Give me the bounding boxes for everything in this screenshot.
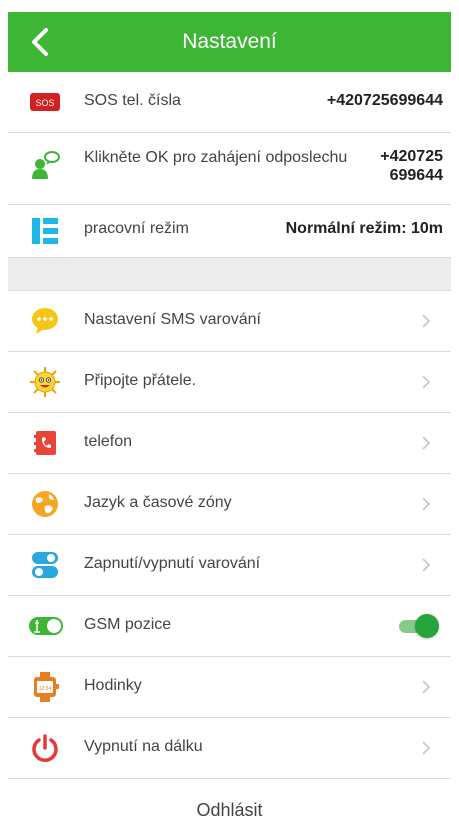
listen-row[interactable]: Klikněte OK pro zahájení odposlechu +420… xyxy=(8,133,451,205)
globe-icon xyxy=(30,489,60,519)
power-icon xyxy=(30,733,60,763)
gsm-position-toggle[interactable] xyxy=(399,614,439,638)
work-mode-value: Normální režim: 10m xyxy=(285,220,443,237)
gsm-toggle-icon xyxy=(28,611,64,641)
page-title: Nastavení xyxy=(182,30,277,53)
svg-text:SOS: SOS xyxy=(35,98,54,108)
work-mode-row[interactable]: pracovní režim Normální režim: 10m xyxy=(8,205,451,258)
chevron-right-icon xyxy=(421,496,431,512)
chevron-right-icon xyxy=(421,374,431,390)
listen-label: Klikněte OK pro zahájení odposlechu xyxy=(84,149,348,166)
chevron-right-icon xyxy=(421,557,431,573)
language-timezone-label: Jazyk a časové zóny xyxy=(84,494,232,511)
warning-toggle-label: Zapnutí/vypnutí varování xyxy=(84,555,261,572)
sos-numbers-label: SOS tel. čísla xyxy=(84,92,181,109)
toggles-icon xyxy=(30,550,60,580)
settings-screen: Nastavení SOS SOS tel. čísla +4207256996… xyxy=(0,0,459,828)
friends-label: Připojte přátele. xyxy=(84,372,197,389)
app-header: Nastavení xyxy=(8,12,451,72)
listen-person-icon xyxy=(30,150,60,180)
chevron-right-icon xyxy=(421,740,431,756)
toggle-knob xyxy=(415,614,439,638)
section-divider xyxy=(8,258,451,291)
sms-warning-row[interactable]: Nastavení SMS varování xyxy=(8,291,451,352)
gsm-position-label: GSM pozice xyxy=(84,616,172,633)
chevron-right-icon xyxy=(421,435,431,451)
phone-row[interactable]: telefon xyxy=(8,413,451,474)
chevron-right-icon xyxy=(421,313,431,329)
work-mode-label: pracovní režim xyxy=(84,220,189,237)
chevron-right-icon xyxy=(421,679,431,695)
phonebook-icon xyxy=(30,428,60,458)
sos-numbers-value: +420725699644 xyxy=(326,92,443,109)
watch-label: Hodinky xyxy=(84,677,142,694)
remote-shutdown-row[interactable]: Vypnutí na dálku xyxy=(8,718,451,779)
phone-label: telefon xyxy=(84,433,133,450)
sms-chat-icon xyxy=(30,306,60,336)
svg-text:12:34: 12:34 xyxy=(39,686,52,692)
gsm-position-row: GSM pozice xyxy=(8,596,451,657)
work-mode-icon xyxy=(30,216,60,246)
friends-row[interactable]: Připojte přátele. xyxy=(8,352,451,413)
friends-sun-icon xyxy=(30,367,60,397)
sms-warning-label: Nastavení SMS varování xyxy=(84,311,261,328)
language-timezone-row[interactable]: Jazyk a časové zóny xyxy=(8,474,451,535)
listen-value: +420725 699644 xyxy=(380,148,443,184)
warning-toggle-row[interactable]: Zapnutí/vypnutí varování xyxy=(8,535,451,596)
sos-icon: SOS xyxy=(30,87,60,117)
logout-button[interactable]: Odhlásit xyxy=(8,800,451,821)
sos-numbers-row[interactable]: SOS SOS tel. čísla +420725699644 xyxy=(8,72,451,133)
watch-row[interactable]: 12:34 Hodinky xyxy=(8,657,451,718)
remote-shutdown-label: Vypnutí na dálku xyxy=(84,738,203,755)
watch-icon: 12:34 xyxy=(30,672,60,702)
